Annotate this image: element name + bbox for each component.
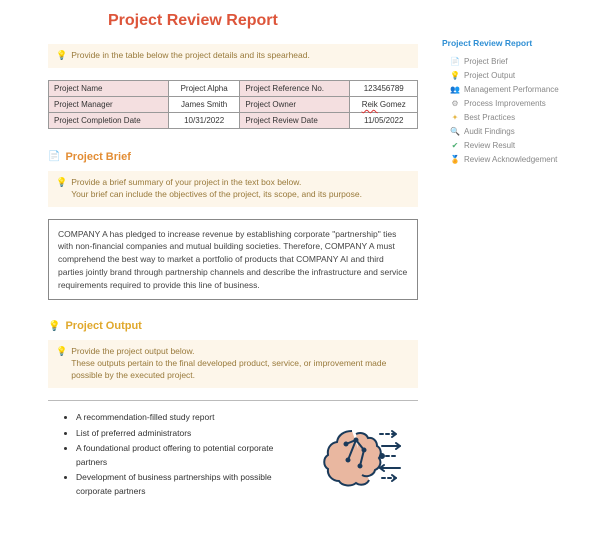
document-icon: 📄 (48, 151, 60, 162)
cell-value: Project Alpha (168, 80, 239, 96)
sidebar-item-icon: 📄 (450, 57, 460, 66)
section-title: Project Brief (65, 151, 130, 163)
sidebar-item-label: Management Performance (464, 85, 559, 94)
sidebar-item[interactable]: ✦ Best Practices (442, 110, 570, 124)
output-list: A recommendation-filled study report List… (48, 411, 302, 501)
list-item: A recommendation-filled study report (76, 411, 302, 425)
outline-sidebar: Project Review Report 📄 Project Brief 💡 Pro… (442, 12, 570, 521)
list-item: Development of business partnerships wit… (76, 471, 302, 498)
sidebar-item[interactable]: ⚙ Process Improvements (442, 96, 570, 110)
section-heading: 📄 Project Brief (48, 151, 418, 163)
bulb-icon: 💡 (56, 50, 67, 61)
cell-label: Project Name (49, 80, 169, 96)
sidebar-item-icon: 👥 (450, 85, 460, 94)
sidebar-list: 📄 Project Brief 💡 Project Output 👥 Management… (442, 54, 570, 166)
output-hint: 💡 Provide the project output below. Thes… (48, 340, 418, 388)
cell-value: Reik Gomez (350, 96, 418, 112)
sidebar-item[interactable]: 🏅 Review Acknowledgement (442, 152, 570, 166)
sidebar-item-label: Review Acknowledgement (464, 155, 557, 164)
brief-hint-text: Provide a brief summary of your project … (71, 177, 362, 201)
cell-value: James Smith (168, 96, 239, 112)
project-details-table: Project Name Project Alpha Project Refer… (48, 80, 418, 129)
section-title: Project Output (65, 320, 141, 332)
sidebar-item-label: Audit Findings (464, 127, 515, 136)
cell-label: Project Manager (49, 96, 169, 112)
cell-value: 11/05/2022 (350, 112, 418, 128)
sidebar-item-icon: ✦ (450, 113, 460, 122)
cell-label: Project Completion Date (49, 112, 169, 128)
brief-hint: 💡 Provide a brief summary of your projec… (48, 171, 418, 207)
sidebar-item[interactable]: 📄 Project Brief (442, 54, 570, 68)
sidebar-item[interactable]: 💡 Project Output (442, 68, 570, 82)
output-hint-text: Provide the project output below. These … (71, 346, 410, 382)
cell-value: 123456789 (350, 80, 418, 96)
bulb-icon: 💡 (48, 321, 60, 332)
bulb-icon: 💡 (56, 177, 67, 188)
table-row: Project Name Project Alpha Project Refer… (49, 80, 418, 96)
section-heading: 💡 Project Output (48, 320, 418, 332)
sidebar-item-icon: 💡 (450, 71, 460, 80)
bulb-icon: 💡 (56, 346, 67, 357)
details-hint-text: Provide in the table below the project d… (71, 50, 310, 62)
sidebar-item-label: Process Improvements (464, 99, 546, 108)
sidebar-item-icon: 🏅 (450, 155, 460, 164)
brain-illustration (318, 416, 418, 496)
cell-value: 10/31/2022 (168, 112, 239, 128)
list-item: List of preferred administrators (76, 427, 302, 441)
sidebar-item[interactable]: ✔ Review Result (442, 138, 570, 152)
sidebar-item-label: Review Result (464, 141, 515, 150)
project-brief-section: 📄 Project Brief 💡 Provide a brief summar… (48, 151, 418, 301)
output-content: A recommendation-filled study report List… (48, 400, 418, 501)
cell-label: Project Review Date (240, 112, 350, 128)
table-row: Project Completion Date 10/31/2022 Proje… (49, 112, 418, 128)
list-item: A foundational product offering to poten… (76, 442, 302, 469)
sidebar-item[interactable]: 👥 Management Performance (442, 82, 570, 96)
cell-label: Project Reference No. (240, 80, 350, 96)
brief-text-box[interactable]: COMPANY A has pledged to increase revenu… (48, 219, 418, 301)
sidebar-item-icon: 🔍 (450, 127, 460, 136)
table-row: Project Manager James Smith Project Owne… (49, 96, 418, 112)
page-title: Project Review Report (108, 12, 418, 30)
sidebar-item-label: Project Output (464, 71, 515, 80)
project-output-section: 💡 Project Output 💡 Provide the project o… (48, 320, 418, 500)
sidebar-title[interactable]: Project Review Report (442, 38, 570, 48)
cell-label: Project Owner (240, 96, 350, 112)
details-hint: 💡 Provide in the table below the project… (48, 44, 418, 68)
sidebar-item[interactable]: 🔍 Audit Findings (442, 124, 570, 138)
main-content: Project Review Report 💡 Provide in the t… (48, 12, 418, 521)
sidebar-item-label: Project Brief (464, 57, 508, 66)
sidebar-item-icon: ✔ (450, 141, 460, 150)
spellcheck-word: Reik (362, 100, 378, 109)
sidebar-item-icon: ⚙ (450, 99, 460, 108)
sidebar-item-label: Best Practices (464, 113, 515, 122)
